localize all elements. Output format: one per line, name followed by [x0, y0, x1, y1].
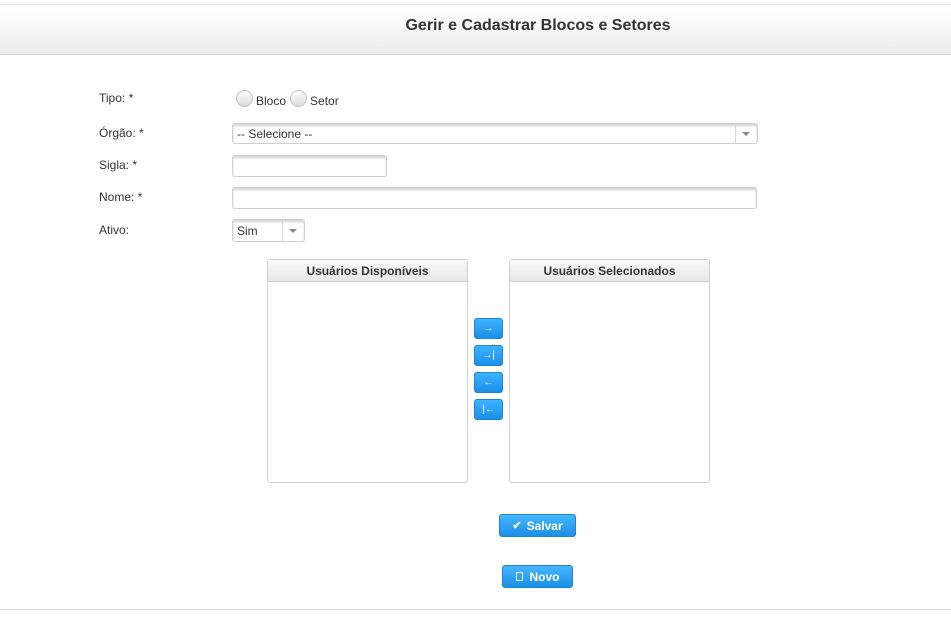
move-right-button[interactable]: →: [474, 318, 503, 339]
radio-setor-label[interactable]: Setor: [310, 89, 339, 108]
save-button-label: Salvar: [526, 518, 563, 533]
new-button-label: Novo: [529, 569, 560, 584]
nome-input[interactable]: [232, 187, 757, 209]
radio-setor[interactable]: [290, 90, 308, 107]
new-button[interactable]: Novo: [502, 565, 573, 588]
orgao-label: Órgão: *: [99, 126, 144, 140]
ativo-label: Ativo:: [99, 223, 130, 237]
orgao-dropdown-toggle[interactable]: [735, 124, 757, 143]
chevron-down-icon: [289, 229, 297, 233]
ativo-dropdown-toggle[interactable]: [282, 220, 304, 241]
tipo-label: Tipo: *: [99, 91, 134, 105]
move-all-right-button[interactable]: →|: [474, 345, 503, 366]
orgao-select[interactable]: -- Selecione --: [232, 123, 758, 144]
check-icon: ✔: [512, 520, 522, 532]
arrow-left-bar-icon: |←: [482, 404, 495, 415]
page-header: Gerir e Cadastrar Blocos e Setores: [0, 8, 951, 55]
ativo-selected-value: Sim: [237, 224, 258, 238]
move-left-button[interactable]: ←: [474, 372, 503, 393]
arrow-right-icon: →: [483, 323, 494, 334]
ativo-select[interactable]: Sim: [232, 219, 305, 242]
sigla-label: Sigla: *: [99, 158, 138, 172]
tipo-radio-group: Bloco Setor: [236, 89, 343, 108]
save-button[interactable]: ✔ Salvar: [499, 514, 576, 537]
available-users-header: Usuários Disponíveis: [268, 260, 467, 282]
chevron-down-icon: [742, 132, 750, 136]
orgao-selected-value: -- Selecione --: [237, 127, 313, 141]
available-users-list[interactable]: Usuários Disponíveis: [267, 259, 468, 483]
bottom-divider: [0, 609, 951, 610]
sigla-input[interactable]: [232, 155, 387, 177]
radio-bloco-label[interactable]: Bloco: [256, 89, 286, 108]
selected-users-list[interactable]: Usuários Selecionados: [509, 259, 710, 483]
arrow-right-bar-icon: →|: [482, 350, 495, 361]
selected-users-header: Usuários Selecionados: [510, 260, 709, 282]
arrow-left-icon: ←: [483, 377, 494, 388]
document-icon: [515, 572, 523, 581]
radio-bloco[interactable]: [236, 90, 253, 107]
top-divider: [0, 4, 951, 5]
move-all-left-button[interactable]: |←: [474, 399, 503, 420]
nome-label: Nome: *: [99, 190, 143, 204]
page-title: Gerir e Cadastrar Blocos e Setores: [405, 17, 671, 34]
